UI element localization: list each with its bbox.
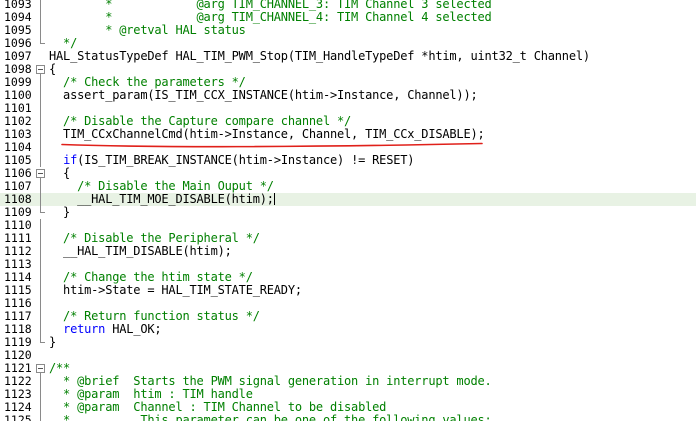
code-editor[interactable]: 1093 * @arg TIM_CHANNEL_3: TIM Channel 3… [0, 0, 696, 421]
fold-guide [40, 258, 41, 271]
fold-collapse-icon[interactable] [36, 169, 45, 178]
code-text[interactable]: assert_param(IS_TIM_CCX_INSTANCE(htim->I… [49, 89, 478, 102]
plain-token: } [49, 205, 71, 219]
fold-guide [40, 0, 41, 11]
code-line-1112[interactable]: 1112 __HAL_TIM_DISABLE(htim); [0, 245, 696, 258]
fold-collapse-icon[interactable] [36, 364, 45, 373]
code-line-1120[interactable]: 1120 [0, 349, 696, 362]
code-line-1119[interactable]: 1119} [0, 336, 696, 349]
code-text[interactable]: htim->State = HAL_TIM_STATE_READY; [49, 284, 302, 297]
line-number: 1125 [4, 413, 32, 421]
plain-token: { [49, 166, 71, 180]
plain-token: __HAL_TIM_DISABLE(htim); [49, 244, 232, 258]
plain-token: { [49, 62, 57, 76]
plain-token: __HAL_TIM_MOE_DISABLE(htim); [49, 192, 274, 206]
fold-guide [40, 284, 41, 297]
plain-token: } [49, 335, 57, 349]
code-text[interactable]: if(IS_TIM_BREAK_INSTANCE(htim->Instance)… [49, 154, 414, 167]
code-text[interactable]: * @retval HAL status [49, 24, 246, 37]
plain-token: (IS_TIM_BREAK_INSTANCE(htim->Instance) !… [77, 153, 415, 167]
code-text[interactable]: } [49, 206, 70, 219]
comment-token: /* Disable the Main Ouput */ [49, 179, 274, 193]
code-line-1108[interactable]: 1108 __HAL_TIM_MOE_DISABLE(htim); [0, 193, 696, 206]
fold-guide-hook [40, 43, 45, 44]
fold-guide [40, 401, 41, 414]
code-text[interactable]: __HAL_TIM_MOE_DISABLE(htim); [49, 193, 275, 206]
code-line-1109[interactable]: 1109 } [0, 206, 696, 219]
code-line-1105[interactable]: 1105 if(IS_TIM_BREAK_INSTANCE(htim->Inst… [0, 154, 696, 167]
plain-token: TIM_CCxChannelCmd(htim->Instance, Channe… [49, 127, 485, 141]
comment-token: * @arg TIM_CHANNEL_4: TIM Channel 4 sele… [49, 10, 492, 24]
fold-guide [40, 154, 41, 167]
comment-token: /** [49, 361, 71, 375]
fold-guide [40, 219, 41, 232]
comment-token: * @param htim : TIM handle [49, 387, 253, 401]
plain-token: htim->State = HAL_TIM_STATE_READY; [49, 283, 302, 297]
code-line-1095[interactable]: 1095 * @retval HAL status [0, 24, 696, 37]
fold-guide [40, 180, 41, 193]
code-text[interactable]: HAL_StatusTypeDef HAL_TIM_PWM_Stop(TIM_H… [49, 50, 590, 63]
comment-token: */ [49, 36, 78, 50]
keyword-token: if [63, 153, 78, 167]
keyword-token: return [63, 322, 106, 336]
code-text[interactable]: } [49, 336, 56, 349]
code-text[interactable]: return HAL_OK; [49, 322, 162, 336]
code-line-1118[interactable]: 1118 return HAL_OK; [0, 323, 696, 336]
comment-token: * @retval HAL status [49, 23, 246, 37]
plain-token: HAL_StatusTypeDef HAL_TIM_PWM_Stop(TIM_H… [49, 49, 590, 63]
code-line-1115[interactable]: 1115 htim->State = HAL_TIM_STATE_READY; [0, 284, 696, 297]
plain-token: assert_param(IS_TIM_CCX_INSTANCE(htim->I… [49, 88, 478, 102]
comment-token: * This parameter can be one of the follo… [49, 413, 492, 421]
code-line-1125[interactable]: 1125 * This parameter can be one of the … [0, 414, 696, 421]
comment-token: /* Change the htim state */ [49, 270, 253, 284]
comment-token: * @brief Starts the PWM signal generatio… [49, 374, 492, 388]
comment-token: /* Disable the Capture compare channel *… [49, 114, 352, 128]
fold-guide [40, 414, 41, 421]
fold-guide [40, 141, 41, 154]
fold-guide [40, 310, 41, 323]
fold-guide [40, 128, 41, 141]
fold-guide [40, 115, 41, 128]
fold-collapse-icon[interactable] [36, 65, 45, 74]
fold-guide [40, 388, 41, 401]
code-text[interactable]: __HAL_TIM_DISABLE(htim); [49, 245, 232, 258]
fold-guide [40, 193, 41, 206]
fold-guide [40, 232, 41, 245]
code-line-1097[interactable]: 1097 HAL_StatusTypeDef HAL_TIM_PWM_Stop(T… [0, 50, 696, 63]
fold-guide-hook [40, 342, 45, 343]
code-line-1100[interactable]: 1100 assert_param(IS_TIM_CCX_INSTANCE(ht… [0, 89, 696, 102]
code-line-1103[interactable]: 1103 TIM_CCxChannelCmd(htim->Instance, C… [0, 128, 696, 141]
comment-token: * @param Channel : TIM Channel to be dis… [49, 400, 387, 414]
text-caret [273, 193, 275, 205]
code-text[interactable]: TIM_CCxChannelCmd(htim->Instance, Channe… [49, 128, 485, 141]
comment-token: /* Disable the Peripheral */ [49, 231, 260, 245]
fold-guide [40, 89, 41, 102]
fold-guide [40, 323, 41, 336]
fold-guide [40, 24, 41, 37]
fold-guide [40, 375, 41, 388]
fold-guide [40, 11, 41, 24]
fold-guide [40, 245, 41, 258]
fold-guide-hook [40, 212, 45, 213]
fold-guide [40, 271, 41, 284]
fold-guide [40, 76, 41, 89]
plain-token: HAL_OK; [105, 322, 162, 336]
fold-guide [40, 102, 41, 115]
fold-guide [40, 297, 41, 310]
comment-token: /* Return function status */ [49, 309, 260, 323]
comment-token: /* Check the parameters */ [49, 75, 246, 89]
code-text[interactable]: * This parameter can be one of the follo… [49, 414, 492, 421]
